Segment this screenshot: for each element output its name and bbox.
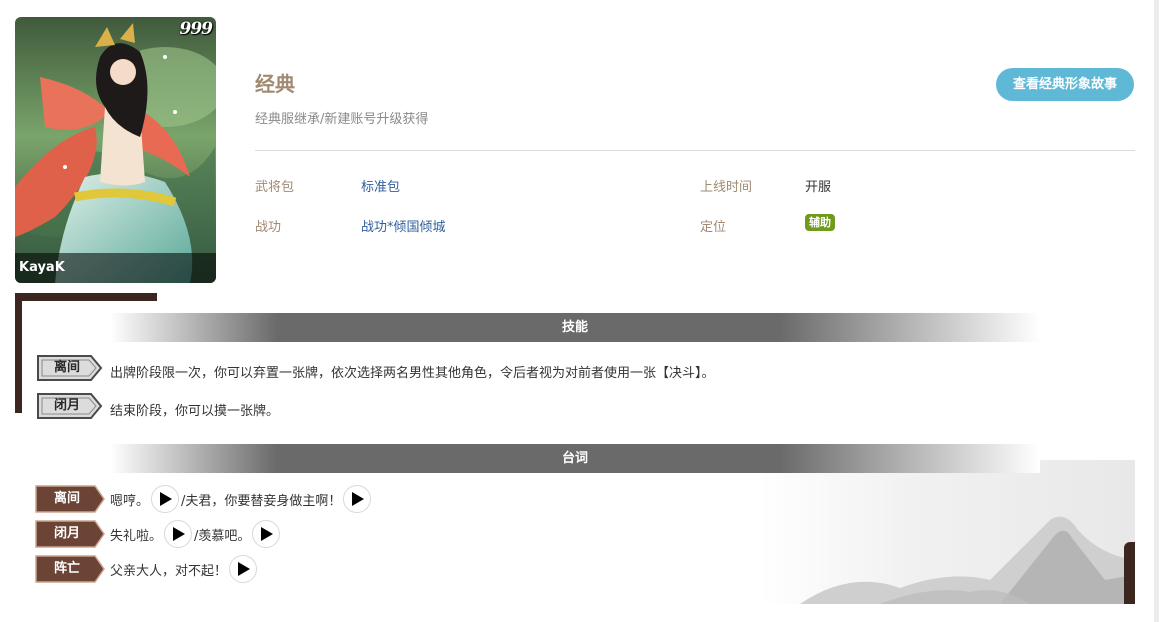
role-badge: 辅助 (805, 214, 835, 231)
skill-description: 出牌阶段限一次，你可以弃置一张牌，依次选择两名男性其他角色，令后者视为对前者使用… (110, 366, 715, 381)
play-button[interactable] (252, 520, 281, 548)
play-icon (160, 492, 173, 506)
line-tag-label: 闭月 (53, 526, 80, 541)
skin-title: 经典 (255, 72, 295, 96)
skill-description: 结束阶段，你可以摸一张牌。 (110, 404, 280, 419)
page-scrollbar-track[interactable] (1154, 0, 1159, 622)
artist-name: KayaK (15, 253, 216, 283)
line-tag-label: 离间 (53, 491, 80, 506)
skills-section-header: 技能 (110, 313, 1040, 342)
voice-line-text: /夫君，你要替妾身做主啊！ (181, 493, 342, 509)
pack-label: 武将包 (255, 180, 295, 195)
skin-acquire-method: 经典服继承/新建账号升级获得 (255, 112, 429, 127)
frame-ornament-left (15, 293, 22, 413)
release-value: 开服 (805, 180, 832, 195)
line-tag-label: 阵亡 (53, 561, 80, 576)
frame-ornament-corner (141, 293, 157, 301)
play-icon (261, 527, 274, 541)
voice-line-text: /羡慕吧。 (194, 528, 251, 544)
voice-line-row: 失礼啦。 /羡慕吧。 (110, 519, 282, 549)
voice-line-text: 失礼啦。 (110, 528, 163, 544)
release-label: 上线时间 (700, 180, 753, 195)
play-icon (173, 527, 186, 541)
character-portrait: 999 KayaK (15, 17, 216, 283)
portrait-illustration (15, 17, 216, 283)
header-divider (255, 150, 1135, 151)
voice-line-text: 父亲大人，对不起！ (110, 563, 228, 579)
lines-section-header: 台词 (110, 444, 1040, 473)
play-button[interactable] (151, 485, 180, 513)
role-label: 定位 (700, 220, 727, 235)
voice-line-row: 父亲大人，对不起！ (110, 554, 259, 584)
play-button[interactable] (343, 485, 372, 513)
play-button[interactable] (164, 520, 193, 548)
frame-ornament-bottom (1124, 542, 1135, 604)
play-button[interactable] (229, 555, 258, 583)
merit-link[interactable]: 战功*倾国倾城 (361, 216, 446, 235)
voice-line-row: 嗯哼。 /夫君，你要替妾身做主啊！ (110, 484, 373, 514)
play-icon (238, 562, 251, 576)
pack-link[interactable]: 标准包 (361, 176, 400, 195)
rarity-number: 999 (179, 19, 213, 39)
frame-ornament-top (15, 293, 157, 301)
play-icon (352, 492, 365, 506)
merit-label: 战功 (255, 220, 282, 235)
skill-name: 闭月 (53, 398, 80, 413)
skill-name: 离间 (53, 360, 80, 375)
voice-line-text: 嗯哼。 (110, 493, 150, 509)
mountain-landscape-image (760, 460, 1135, 604)
view-story-button[interactable]: 查看经典形象故事 (996, 68, 1134, 101)
